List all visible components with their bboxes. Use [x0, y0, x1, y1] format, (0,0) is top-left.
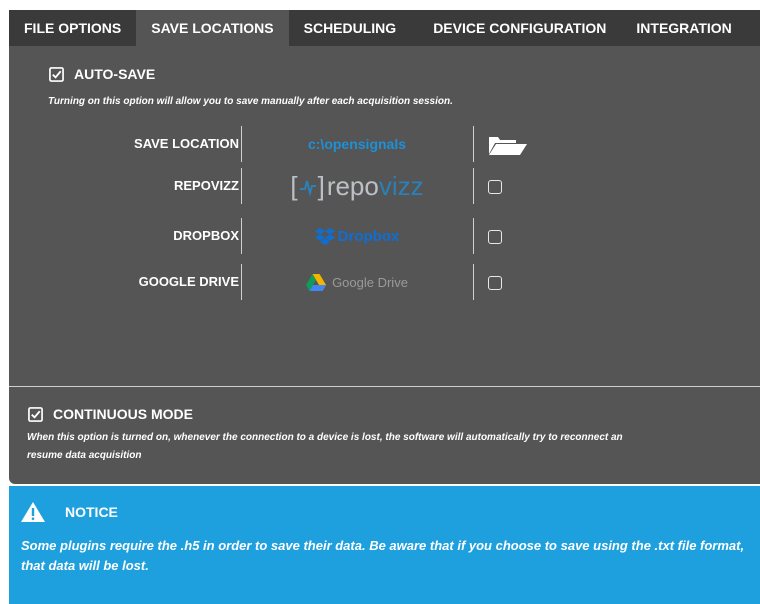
divider [473, 168, 474, 204]
notice-text: Some plugins require the .h5 in order to… [21, 538, 745, 573]
continuous-mode-description-1: When this option is turned on, whenever … [27, 432, 623, 443]
save-location-row: SAVE LOCATION c:\opensignals [9, 126, 760, 162]
repovizz-logo: [ ] repo vizz [290, 170, 424, 201]
repovizz-checkbox[interactable] [488, 180, 502, 194]
autosave-description: Turning on this option will allow you to… [48, 96, 453, 107]
google-drive-row: GOOGLE DRIVE Google Drive [9, 264, 760, 300]
continuous-mode-label: CONTINUOUS MODE [53, 406, 193, 422]
google-drive-label: GOOGLE DRIVE [138, 274, 239, 289]
notice-title: NOTICE [65, 504, 118, 520]
tab-integration[interactable]: INTEGRATION [621, 10, 746, 46]
google-drive-checkbox[interactable] [488, 276, 502, 290]
dropbox-logo: Dropbox [242, 218, 472, 254]
folder-open-icon[interactable] [487, 134, 527, 156]
divider [473, 218, 474, 254]
save-location-path[interactable]: c:\opensignals [242, 126, 472, 162]
dropbox-checkbox[interactable] [488, 230, 502, 244]
continuous-mode-description-2: resume data acquisition [27, 450, 142, 461]
save-location-value: c:\opensignals [307, 136, 407, 152]
warning-icon [21, 502, 45, 522]
divider [473, 264, 474, 300]
tab-bar: FILE OPTIONS SAVE LOCATIONS SCHEDULING D… [9, 10, 760, 46]
notice-box: NOTICE Some plugins require the .h5 in o… [9, 486, 760, 604]
dropbox-icon [314, 227, 335, 245]
repovizz-row: REPOVIZZ [ ] repo vizz [9, 168, 760, 204]
divider [473, 126, 474, 162]
checked-checkbox-icon[interactable] [49, 66, 64, 82]
dropbox-label: DROPBOX [173, 228, 239, 243]
tab-device-configuration[interactable]: DEVICE CONFIGURATION [411, 10, 621, 46]
autosave-option[interactable]: AUTO-SAVE [49, 66, 155, 82]
google-drive-icon [306, 273, 327, 291]
section-divider [9, 386, 760, 387]
autosave-label: AUTO-SAVE [74, 66, 156, 82]
dropbox-row: DROPBOX Dropbox [9, 218, 760, 254]
pulse-icon [299, 180, 316, 197]
tab-file-options[interactable]: FILE OPTIONS [9, 10, 136, 46]
save-location-label: SAVE LOCATION [134, 136, 239, 151]
tab-scheduling[interactable]: SCHEDULING [289, 10, 412, 46]
notice-header: NOTICE [21, 502, 118, 522]
continuous-mode-option[interactable]: CONTINUOUS MODE [28, 406, 193, 422]
google-drive-logo: Google Drive [242, 264, 472, 300]
tab-save-locations[interactable]: SAVE LOCATIONS [136, 10, 289, 46]
save-locations-panel: AUTO-SAVE Turning on this option will al… [9, 46, 760, 484]
repovizz-label: REPOVIZZ [173, 178, 239, 193]
checked-checkbox-icon[interactable] [28, 406, 43, 422]
